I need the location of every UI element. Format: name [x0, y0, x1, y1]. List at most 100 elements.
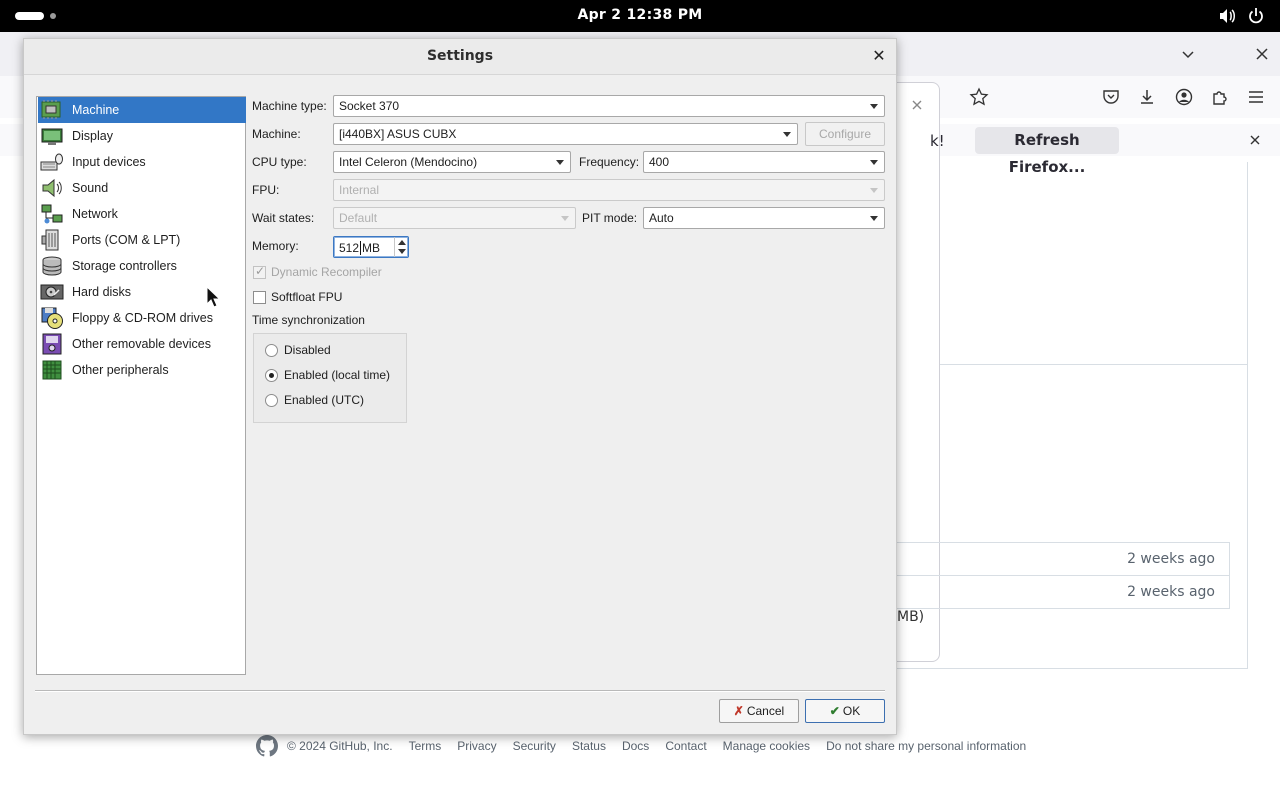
dynamic-recompiler-label: Dynamic Recompiler	[271, 265, 382, 279]
refresh-firefox-button[interactable]: Refresh Firefox...	[975, 127, 1119, 176]
category-label: Input devices	[72, 155, 146, 169]
close-popup-icon[interactable]	[907, 95, 927, 115]
chevron-down-icon	[870, 160, 878, 165]
machine-icon	[41, 100, 61, 119]
cancel-button[interactable]: ✗ Cancel	[719, 699, 799, 723]
time-sync-utc-radio[interactable]	[265, 394, 278, 407]
chevron-down-icon	[870, 188, 878, 193]
softfloat-fpu-checkbox[interactable]	[253, 291, 266, 304]
category-other-peripherals[interactable]: Other peripherals	[38, 357, 246, 383]
time-sync-disabled-radio[interactable]	[265, 344, 278, 357]
machine-type-select[interactable]: Socket 370	[333, 95, 885, 117]
wait-states-value: Default	[339, 211, 378, 225]
downloads-icon[interactable]	[1137, 87, 1157, 107]
fpu-value: Internal	[339, 183, 380, 197]
frequency-value: 400	[649, 155, 670, 169]
close-notification-icon[interactable]	[1245, 130, 1265, 150]
category-label: Other removable devices	[72, 337, 211, 351]
list-item[interactable]: 2 weeks ago	[893, 575, 1230, 609]
close-icon[interactable]: ✕	[870, 48, 888, 66]
time-sync-option-label: Disabled	[284, 343, 331, 357]
frequency-select[interactable]: 400	[643, 151, 885, 173]
peripherals-icon	[42, 360, 62, 380]
category-network[interactable]: Network	[38, 201, 246, 227]
github-logo-icon[interactable]	[255, 734, 279, 758]
arrow-up-icon[interactable]	[398, 240, 406, 245]
category-sound[interactable]: Sound	[38, 175, 246, 201]
list-item[interactable]: 2 weeks ago	[893, 542, 1230, 576]
footer-link-do-not-share[interactable]: Do not share my personal information	[826, 739, 1026, 753]
bookmark-star-icon[interactable]	[969, 87, 989, 107]
cpu-type-select[interactable]: Intel Celeron (Mendocino)	[333, 151, 571, 173]
chevron-down-icon	[870, 216, 878, 221]
category-display[interactable]: Display	[38, 123, 246, 149]
workspace-indicator	[50, 13, 56, 19]
machine-label: Machine:	[252, 127, 301, 141]
machine-select[interactable]: [i440BX] ASUS CUBX	[333, 123, 798, 145]
footer-link-status[interactable]: Status	[572, 739, 606, 753]
wait-states-label: Wait states:	[252, 211, 315, 225]
ok-button[interactable]: ✔ OK	[805, 699, 885, 723]
category-ports[interactable]: Ports (COM & LPT)	[38, 227, 246, 253]
time-sync-local-radio[interactable]	[265, 369, 278, 382]
extensions-icon[interactable]	[1210, 87, 1230, 107]
storage-icon	[42, 256, 62, 276]
power-icon[interactable]	[1246, 6, 1266, 26]
sound-icon	[42, 178, 62, 198]
category-storage-controllers[interactable]: Storage controllers	[38, 253, 246, 279]
chevron-down-icon	[561, 216, 569, 221]
close-window-icon[interactable]	[1252, 44, 1272, 64]
system-top-bar: Apr 2 12:38 PM	[0, 0, 1280, 32]
removable-icon	[42, 333, 62, 355]
footer-link-contact[interactable]: Contact	[665, 739, 706, 753]
display-icon	[41, 128, 63, 145]
arrow-down-icon[interactable]	[398, 249, 406, 254]
cpu-type-value: Intel Celeron (Mendocino)	[339, 155, 478, 169]
cancel-label: Cancel	[746, 704, 785, 718]
dialog-title: Settings	[426, 48, 494, 64]
cpu-type-label: CPU type:	[252, 155, 307, 169]
dialog-titlebar[interactable]: Settings ✕	[24, 39, 896, 75]
dynamic-recompiler-checkbox[interactable]: ✓	[253, 264, 266, 279]
footer-link-privacy[interactable]: Privacy	[457, 739, 496, 753]
account-icon[interactable]	[1174, 87, 1194, 107]
category-label: Sound	[72, 181, 109, 195]
menu-icon[interactable]	[1246, 87, 1266, 107]
category-label: Other peripherals	[72, 363, 169, 377]
footer-link-terms[interactable]: Terms	[409, 739, 442, 753]
frequency-label: Frequency:	[579, 155, 640, 169]
category-label: Storage controllers	[72, 259, 177, 273]
notification-text-tail: k!	[930, 132, 945, 150]
volume-icon[interactable]	[1217, 6, 1237, 26]
category-machine[interactable]: Machine	[38, 97, 246, 123]
pocket-icon[interactable]	[1101, 87, 1121, 107]
popup-text-tail: MB)	[897, 609, 925, 625]
footer-link-docs[interactable]: Docs	[622, 739, 649, 753]
pit-mode-select[interactable]: Auto	[643, 207, 885, 229]
timestamp: 2 weeks ago	[1127, 551, 1215, 567]
chevron-down-icon[interactable]	[1178, 44, 1198, 64]
fpu-select[interactable]: Internal	[333, 179, 885, 201]
memory-stepper[interactable]	[394, 237, 408, 257]
configure-button[interactable]: Configure	[805, 122, 885, 146]
category-list: Machine Display Input devices Sound Netw…	[36, 96, 246, 675]
ok-icon: ✔	[829, 704, 840, 718]
category-input-devices[interactable]: Input devices	[38, 149, 246, 175]
pit-mode-value: Auto	[649, 211, 674, 225]
memory-value[interactable]: 512 MB	[339, 241, 380, 255]
activities-button[interactable]	[15, 12, 44, 20]
ok-label: OK	[842, 704, 861, 718]
footer-link-security[interactable]: Security	[513, 739, 556, 753]
memory-spinbox[interactable]: 512 MB	[333, 236, 409, 258]
time-sync-option-label: Enabled (local time)	[284, 368, 391, 382]
category-label: Network	[72, 207, 118, 221]
input-devices-icon	[40, 153, 63, 171]
github-footer: © 2024 GitHub, Inc. Terms Privacy Securi…	[255, 734, 1026, 758]
category-other-removable[interactable]: Other removable devices	[38, 331, 246, 357]
category-floppy-cdrom[interactable]: Floppy & CD-ROM drives	[38, 305, 246, 331]
footer-link-manage-cookies[interactable]: Manage cookies	[723, 739, 810, 753]
wait-states-select[interactable]: Default	[333, 207, 576, 229]
copyright-text: © 2024 GitHub, Inc.	[287, 739, 393, 753]
clock[interactable]: Apr 2 12:38 PM	[540, 7, 740, 23]
category-label: Floppy & CD-ROM drives	[72, 311, 213, 325]
